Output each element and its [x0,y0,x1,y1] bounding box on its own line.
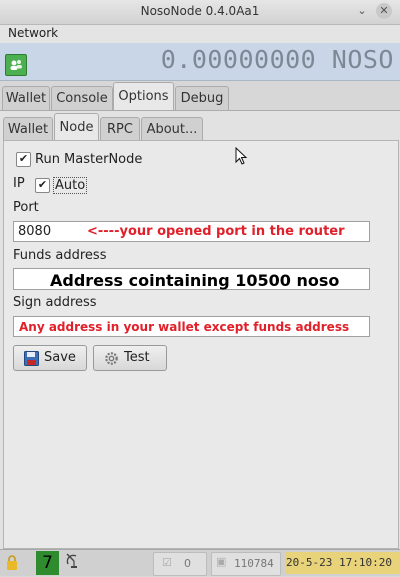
run-masternode-label: Run MasterNode [35,152,143,167]
funds-address-label: Funds address [13,248,107,263]
chevron-down-icon[interactable]: ⌄ [354,3,370,19]
main-tabs: Wallet Console Options Debug [0,82,400,112]
auto-ip-checkbox[interactable]: ✔ [35,178,50,193]
pending-indicator: ☑ 0 [153,552,207,576]
floppy-disk-icon [24,351,39,366]
auto-ip-label: Auto [53,177,88,194]
subtab-rpc[interactable]: RPC [100,117,140,142]
close-icon[interactable]: ✕ [376,3,392,19]
tab-debug[interactable]: Debug [175,86,229,111]
network-status-icon[interactable] [5,54,27,76]
test-button-label: Test [124,350,150,365]
block-indicator: ▣ 110784 [211,552,281,576]
tab-console[interactable]: Console [51,86,113,111]
tab-wallet[interactable]: Wallet [2,86,50,111]
title-bar: NosoNode 0.4.0Aa1 ⌄ ✕ [0,0,400,25]
balance-amount: 0.00000000 NOSO [160,45,394,74]
peers-count: 7 [36,551,59,575]
run-masternode-checkbox[interactable]: ✔ [16,152,31,167]
tab-options[interactable]: Options [113,82,174,112]
mouse-cursor-icon [235,147,248,165]
test-button[interactable]: Test [93,345,167,371]
window-title: NosoNode 0.4.0Aa1 [140,4,260,18]
port-annotation: <----your opened port in the router [87,224,345,239]
balance-bar: 0.00000000 NOSO [0,43,400,81]
menu-bar: Network [0,25,400,43]
cube-icon: ▣ [216,555,227,568]
save-button-label: Save [44,350,76,365]
lock-icon [6,555,18,577]
subtab-node[interactable]: Node [54,113,99,142]
port-label: Port [13,200,39,215]
status-bar: 7 ☑ 0 ▣ 110784 20-5-23 17:10:20 [0,549,400,576]
satellite-icon [65,552,81,574]
datetime-text: 20-5-23 17:10:20 [286,556,392,569]
save-button[interactable]: Save [13,345,87,371]
checklist-icon: ☑ [162,556,172,569]
menu-network[interactable]: Network [8,26,58,40]
options-subtabs: Wallet Node RPC About... [0,113,400,142]
gear-icon [105,352,118,365]
block-number: 110784 [234,557,274,570]
subtab-about[interactable]: About... [141,117,203,142]
datetime-indicator: 20-5-23 17:10:20 [286,552,400,574]
subtab-wallet[interactable]: Wallet [3,117,53,142]
sign-address-annotation: Any address in your wallet except funds … [19,320,350,334]
funds-address-annotation: Address cointaining 10500 noso [50,271,340,290]
sign-address-label: Sign address [13,295,97,310]
ip-label: IP [13,176,25,191]
port-value: 8080 [18,224,52,239]
pending-count: 0 [184,557,191,570]
